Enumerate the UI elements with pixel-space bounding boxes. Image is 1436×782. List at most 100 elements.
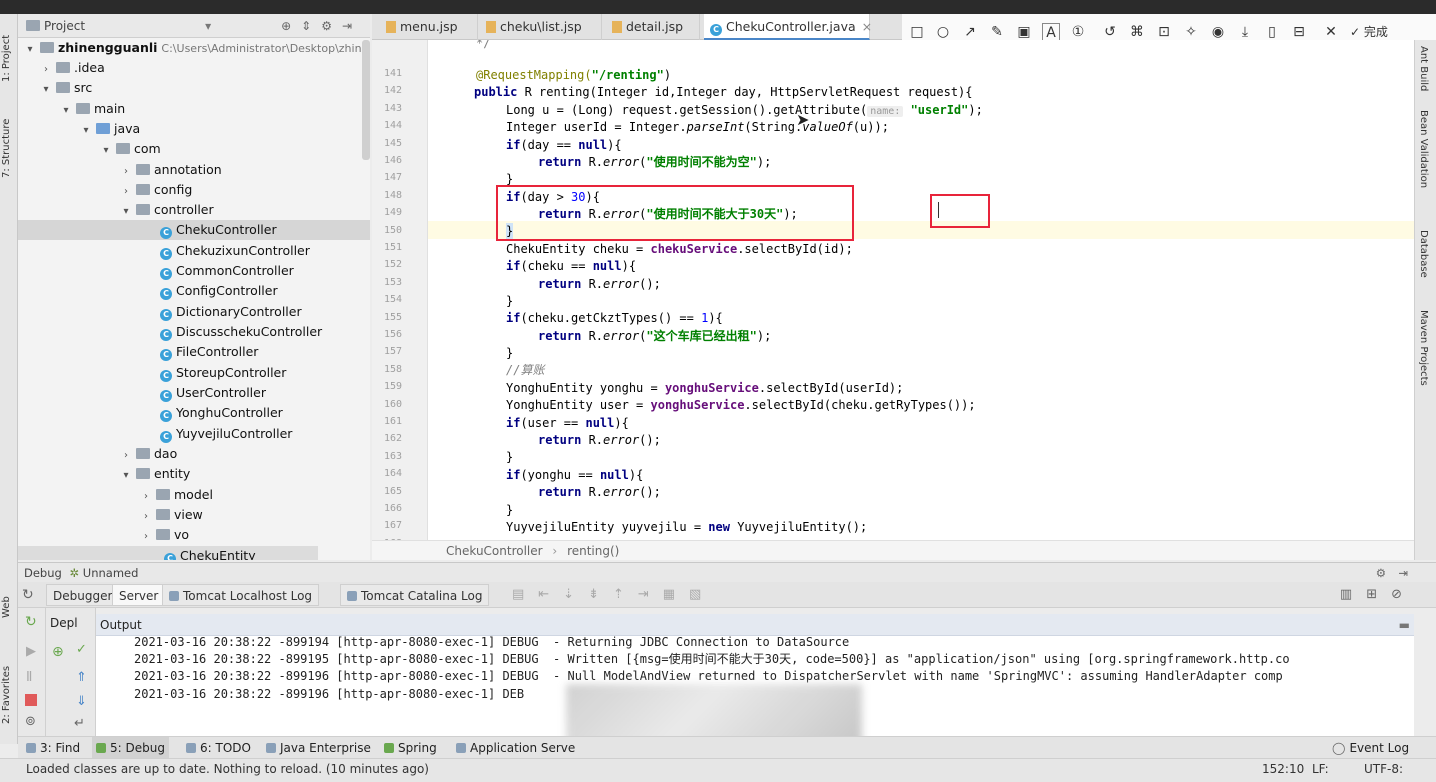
- tab-chekucontroller-java[interactable]: C ChekuController.java ×: [704, 14, 872, 40]
- soft-wrap-icon[interactable]: ↵: [74, 716, 85, 731]
- mosaic-tool-icon[interactable]: ▣: [1015, 23, 1033, 41]
- code-editor[interactable]: 141 142 143 144 145 146 147 148 149 150 151 152 153 1…: [372, 40, 1414, 560]
- project-tool-tab[interactable]: 1: Project: [1, 22, 17, 82]
- chevron-right-icon[interactable]: ›: [140, 527, 152, 547]
- chevron-right-icon[interactable]: ›: [120, 182, 132, 202]
- maven-projects-tool-tab[interactable]: Maven Projects: [1418, 310, 1429, 386]
- pin-icon[interactable]: ⌘: [1128, 23, 1146, 41]
- debug-tool-button[interactable]: 5: Debug: [92, 737, 169, 759]
- tree-item[interactable]: C YuyvejiluController: [156, 424, 370, 444]
- cancel-icon[interactable]: ✕: [1322, 23, 1340, 41]
- breadcrumb-method[interactable]: renting(): [567, 544, 619, 558]
- chevron-down-icon[interactable]: ▾: [100, 141, 112, 161]
- todo-tool-button[interactable]: 6: TODO: [186, 737, 251, 759]
- tree-item[interactable]: ▾ com: [100, 139, 370, 159]
- record-icon[interactable]: ◉: [1209, 23, 1227, 41]
- tree-item[interactable]: C DictionaryController: [156, 302, 370, 322]
- tree-item[interactable]: C DiscusschekuController: [156, 322, 370, 342]
- tree-item[interactable]: C ConfigController: [156, 281, 370, 301]
- deploy-icon[interactable]: ⊕: [52, 644, 64, 660]
- application-servers-tool-button[interactable]: Application Serve: [456, 737, 575, 759]
- annotation-rectangle[interactable]: [496, 185, 854, 241]
- chevron-right-icon[interactable]: ›: [120, 162, 132, 182]
- file-encoding[interactable]: UTF-8:: [1364, 759, 1403, 779]
- hide-icon[interactable]: ⇥: [1398, 563, 1408, 583]
- ellipse-tool-icon[interactable]: ○: [934, 23, 952, 41]
- find-tool-button[interactable]: 3: Find: [26, 737, 80, 759]
- chevron-down-icon[interactable]: ▾: [60, 101, 72, 121]
- chevron-down-icon[interactable]: ▾: [40, 80, 52, 100]
- favorites-tool-tab[interactable]: 2: Favorites: [1, 654, 17, 724]
- tree-item[interactable]: C UserController: [156, 383, 370, 403]
- java-enterprise-tool-button[interactable]: Java Enterprise: [266, 737, 371, 759]
- check-icon[interactable]: ✓: [76, 642, 87, 657]
- rectangle-tool-icon[interactable]: □: [908, 23, 926, 41]
- chevron-right-icon[interactable]: ›: [140, 507, 152, 527]
- annotation-text-box[interactable]: [930, 194, 990, 228]
- tree-item[interactable]: › vo: [140, 525, 370, 545]
- tab-server[interactable]: Server: [112, 584, 166, 606]
- tree-item[interactable]: › .idea: [40, 58, 370, 78]
- tab-debugger[interactable]: Debugger: [46, 584, 120, 606]
- tree-item[interactable]: C ChekuzixunController: [156, 241, 370, 261]
- tree-item[interactable]: ▾ main: [60, 99, 370, 119]
- done-button[interactable]: ✓ 完成: [1350, 23, 1410, 41]
- tree-item[interactable]: › view: [140, 505, 370, 525]
- magic-icon[interactable]: ✧: [1182, 23, 1200, 41]
- phone-icon[interactable]: ▯: [1263, 23, 1281, 41]
- restart-icon[interactable]: ↻: [25, 614, 37, 630]
- debug-right-toolbar[interactable]: ▥⊞⊘: [1340, 587, 1416, 602]
- chevron-down-icon[interactable]: ▾: [120, 202, 132, 222]
- output-collapse-icon[interactable]: ▬: [1399, 614, 1410, 636]
- project-panel-title[interactable]: Project: [44, 19, 85, 33]
- chevron-right-icon[interactable]: ›: [120, 446, 132, 466]
- ant-build-tool-tab[interactable]: Ant Build: [1418, 46, 1429, 91]
- tab-tomcat-catalina-log[interactable]: Tomcat Catalina Log: [340, 584, 490, 606]
- tree-scrollbar[interactable]: [362, 40, 370, 160]
- gear-icon[interactable]: ⚙: [321, 19, 332, 33]
- event-log-button[interactable]: ◯ Event Log: [1332, 737, 1409, 759]
- arrow-down-icon[interactable]: ⇓: [76, 694, 87, 709]
- chevron-right-icon[interactable]: ›: [40, 60, 52, 80]
- tree-item[interactable]: ▾ src: [40, 78, 370, 98]
- web-tool-tab[interactable]: Web: [1, 588, 17, 618]
- tab-detail-jsp[interactable]: detail.jsp: [606, 14, 700, 40]
- hide-icon[interactable]: ⇥: [342, 19, 352, 33]
- breadcrumb-class[interactable]: ChekuController: [446, 544, 543, 558]
- tree-item[interactable]: ▾ java: [80, 119, 370, 139]
- tree-item[interactable]: › model: [140, 485, 370, 505]
- tree-root[interactable]: ▾ zhinengguanli C:\Users\Administrator\De…: [24, 38, 368, 58]
- crop-icon[interactable]: ⊡: [1155, 23, 1173, 41]
- chevron-down-icon[interactable]: ▾: [24, 40, 36, 60]
- chevron-right-icon[interactable]: ›: [140, 487, 152, 507]
- collapse-icon[interactable]: ⇕: [301, 19, 311, 33]
- dropdown-arrow-icon[interactable]: ▾: [205, 19, 211, 33]
- tree-item[interactable]: C ChekuEntity: [18, 546, 318, 560]
- view-breakpoints-icon[interactable]: ⊚: [25, 714, 36, 729]
- debug-step-toolbar[interactable]: ▤⇤⇣⇟⇡⇥▦▧: [512, 587, 715, 602]
- text-tool-icon[interactable]: A: [1042, 23, 1060, 41]
- tree-item[interactable]: C FileController: [156, 342, 370, 362]
- pen-tool-icon[interactable]: ✎: [988, 23, 1006, 41]
- undo-icon[interactable]: ↺: [1101, 23, 1119, 41]
- bookmark-icon[interactable]: ⊟: [1290, 23, 1308, 41]
- tree-item[interactable]: › dao: [120, 444, 370, 464]
- tab-cheku-list-jsp[interactable]: cheku\list.jsp: [480, 14, 602, 40]
- pause-icon[interactable]: Ⅱ: [26, 670, 32, 685]
- stop-icon[interactable]: [25, 694, 37, 706]
- database-tool-tab[interactable]: Database: [1418, 230, 1429, 278]
- close-tab-icon[interactable]: ×: [862, 19, 872, 34]
- number-tool-icon[interactable]: ①: [1069, 23, 1087, 41]
- chevron-down-icon[interactable]: ▾: [120, 466, 132, 486]
- arrow-tool-icon[interactable]: ↗: [961, 23, 979, 41]
- tree-item[interactable]: ▾ entity: [120, 464, 370, 484]
- tree-item-selected[interactable]: C ChekuController: [18, 220, 370, 240]
- sync-icon[interactable]: ⊕: [281, 19, 291, 33]
- tree-item[interactable]: C StoreupController: [156, 363, 370, 383]
- tree-item[interactable]: › annotation: [120, 160, 370, 180]
- rerun-icon[interactable]: ↻: [22, 587, 34, 603]
- caret-position[interactable]: 152:10: [1262, 759, 1304, 779]
- tree-item[interactable]: C CommonController: [156, 261, 370, 281]
- tree-item[interactable]: › config: [120, 180, 370, 200]
- tab-tomcat-localhost-log[interactable]: Tomcat Localhost Log: [162, 584, 320, 606]
